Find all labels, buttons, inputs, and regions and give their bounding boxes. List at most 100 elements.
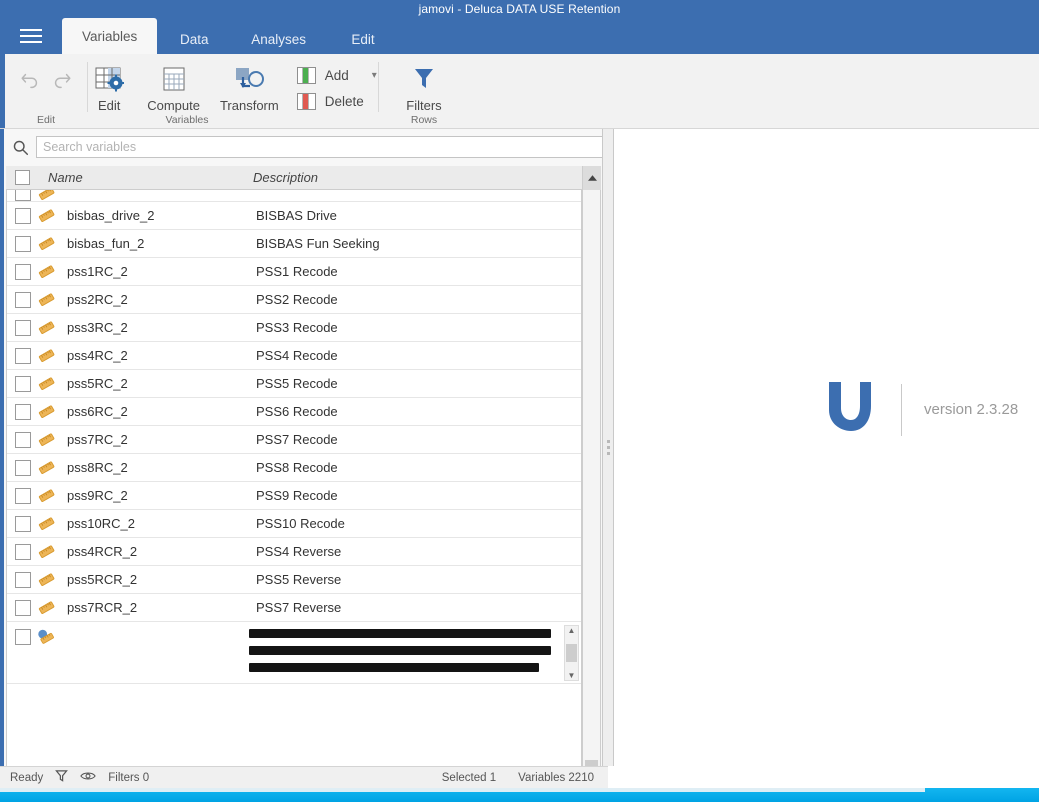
table-row[interactable]: ▲ ▼ [7, 622, 581, 684]
variable-description: BISBAS Drive [256, 208, 337, 223]
table-row[interactable]: pss5RC_2 PSS5 Recode [7, 370, 581, 398]
search-input[interactable] [36, 136, 604, 158]
variable-description: PSS5 Recode [256, 376, 338, 391]
row-checkbox[interactable] [15, 375, 31, 392]
tab-data[interactable]: Data [157, 24, 231, 54]
variable-description: PSS8 Recode [256, 460, 338, 475]
variable-description: PSS9 Recode [256, 488, 338, 503]
row-checkbox[interactable] [15, 487, 31, 504]
variable-name: bisbas_fun_2 [67, 236, 145, 251]
variables-list[interactable]: bisbas_drive_2 BISBAS Drive bisbas_fun_2… [6, 190, 582, 802]
description-scroll-up-icon[interactable]: ▲ [568, 626, 576, 635]
table-row[interactable]: pss8RC_2 PSS8 Recode [7, 454, 581, 482]
ribbon-group-variables-caption: Variables [165, 114, 209, 126]
table-row[interactable]: pss3RC_2 PSS3 Recode [7, 314, 581, 342]
add-variable-button[interactable]: Add ▾ [293, 64, 381, 87]
variable-type-icon [31, 404, 61, 419]
ribbon-group-rows: Filters Rows [379, 54, 469, 128]
chevron-down-icon[interactable]: ▾ [372, 70, 377, 81]
compute-button[interactable]: Compute [137, 60, 210, 113]
redacted-text [249, 646, 551, 655]
transform-icon [232, 64, 266, 94]
compute-label: Compute [147, 98, 200, 113]
eye-icon[interactable] [80, 770, 97, 785]
table-row[interactable]: pss5RCR_2 PSS5 Reverse [7, 566, 581, 594]
delete-variable-button[interactable]: Delete [293, 90, 381, 113]
variable-description: PSS7 Reverse [256, 600, 342, 615]
table-row[interactable]: bisbas_fun_2 BISBAS Fun Seeking [7, 230, 581, 258]
variable-description: PSS3 Recode [256, 320, 338, 335]
table-row[interactable]: bisbas_drive_2 BISBAS Drive [7, 202, 581, 230]
row-checkbox[interactable] [15, 515, 31, 532]
description-scrollbar[interactable]: ▲ ▼ [564, 625, 579, 681]
description-scroll-down-icon[interactable]: ▼ [568, 671, 576, 680]
description-scrollbar-thumb[interactable] [566, 644, 577, 662]
variable-type-icon [31, 376, 61, 391]
row-checkbox[interactable] [15, 235, 31, 252]
add-label: Add [324, 68, 349, 83]
row-checkbox[interactable] [15, 207, 31, 224]
tab-edit[interactable]: Edit [326, 24, 400, 54]
scroll-up-arrow[interactable] [582, 166, 601, 190]
row-checkbox[interactable] [15, 629, 31, 645]
table-row[interactable]: pss4RC_2 PSS4 Recode [7, 342, 581, 370]
variable-name: pss7RCR_2 [67, 600, 138, 615]
variable-name: pss7RC_2 [67, 432, 128, 447]
row-checkbox[interactable] [15, 431, 31, 448]
tab-analyses[interactable]: Analyses [231, 24, 326, 54]
row-checkbox[interactable] [15, 599, 31, 616]
version-label: version 2.3.28 [924, 401, 1019, 418]
jamovi-logo-icon [819, 376, 879, 443]
status-bar: Ready Filters 0 Selected 1 Variables 221… [0, 766, 608, 788]
variable-description [249, 626, 581, 672]
row-checkbox[interactable] [15, 347, 31, 364]
variable-name: pss1RC_2 [67, 264, 128, 279]
transform-label: Transform [219, 98, 279, 113]
variable-name: pss3RC_2 [67, 320, 128, 335]
table-row[interactable]: pss2RC_2 PSS2 Recode [7, 286, 581, 314]
filters-button[interactable]: Filters [396, 60, 452, 113]
tab-variables[interactable]: Variables [62, 18, 158, 54]
row-checkbox[interactable] [15, 403, 31, 420]
filter-icon[interactable] [55, 769, 69, 786]
hamburger-menu-icon[interactable] [0, 18, 62, 54]
row-checkbox[interactable] [15, 291, 31, 308]
jamovi-window: jamovi - Deluca DATA USE Retention Varia… [0, 0, 1039, 802]
row-checkbox[interactable] [15, 543, 31, 560]
taskbar-strip [0, 788, 925, 792]
row-checkbox[interactable] [15, 319, 31, 336]
table-row[interactable]: pss4RCR_2 PSS4 Reverse [7, 538, 581, 566]
column-header-description[interactable]: Description [253, 170, 582, 185]
table-row[interactable]: pss10RC_2 PSS10 Recode [7, 510, 581, 538]
delete-column-icon [296, 93, 316, 110]
variable-description: PSS5 Reverse [256, 572, 342, 587]
table-row[interactable]: pss7RCR_2 PSS7 Reverse [7, 594, 581, 622]
tab-analyses-label: Analyses [251, 31, 307, 47]
table-row[interactable]: pss6RC_2 PSS6 Recode [7, 398, 581, 426]
row-checkbox[interactable] [15, 571, 31, 588]
transform-button[interactable]: Transform [210, 60, 289, 113]
redo-icon[interactable] [47, 66, 77, 96]
table-row[interactable]: pss1RC_2 PSS1 Recode [7, 258, 581, 286]
tab-variables-label: Variables [82, 28, 138, 44]
variables-list-scrollbar[interactable]: ▼ [582, 190, 601, 802]
column-header-name[interactable]: Name [38, 170, 253, 185]
undo-icon[interactable] [15, 66, 45, 96]
select-all-checkbox[interactable] [6, 170, 38, 185]
window-title: jamovi - Deluca DATA USE Retention [418, 2, 621, 16]
add-column-icon [296, 67, 316, 84]
row-checkbox[interactable] [15, 190, 31, 201]
variable-description: PSS4 Recode [256, 348, 338, 363]
variable-description: PSS10 Recode [256, 516, 345, 531]
variable-type-icon [31, 572, 61, 587]
redacted-text [249, 663, 539, 672]
table-row[interactable]: pss7RC_2 PSS7 Recode [7, 426, 581, 454]
table-row[interactable] [7, 190, 581, 202]
search-row [4, 132, 604, 162]
table-row[interactable]: pss9RC_2 PSS9 Recode [7, 482, 581, 510]
panel-splitter[interactable] [602, 129, 614, 766]
row-checkbox[interactable] [15, 263, 31, 280]
row-checkbox[interactable] [15, 459, 31, 476]
variable-description: PSS2 Recode [256, 292, 338, 307]
edit-variable-button[interactable]: Edit [81, 60, 137, 113]
